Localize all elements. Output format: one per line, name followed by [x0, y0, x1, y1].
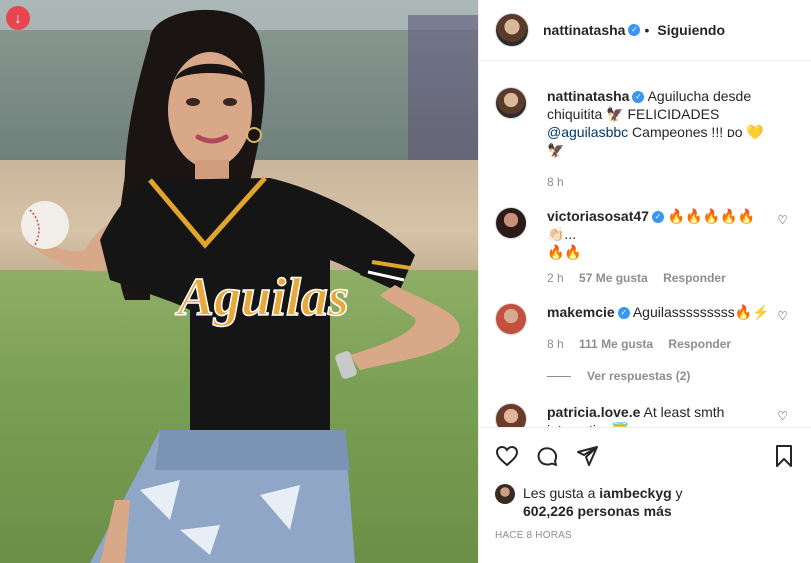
comment-body: patricia.love.e At least smth interestin…: [547, 403, 772, 427]
caption-author[interactable]: nattinatasha: [547, 88, 629, 104]
comment-time[interactable]: 8 h: [547, 337, 564, 351]
comment-text-2: 🔥🔥: [547, 244, 582, 260]
comment-likes[interactable]: 111 Me gusta: [579, 337, 653, 351]
player-figure: Aguilas: [21, 9, 460, 563]
post-timestamp[interactable]: HACE 8 HORAS: [479, 520, 811, 541]
replies-divider: [547, 375, 571, 377]
comment-body: victoriasosat47 ✓ 🔥🔥🔥🔥🔥👏🏻... 🔥🔥 2 h 57 Me…: [547, 207, 772, 287]
eagle-emoji: 🦅: [606, 106, 624, 122]
likes-prefix: Les gusta a: [523, 485, 596, 501]
comment-author[interactable]: victoriasosat47: [547, 208, 649, 224]
follow-status-button[interactable]: Siguiendo: [657, 22, 725, 38]
reply-button[interactable]: Responder: [663, 271, 726, 285]
view-replies-label: Ver respuestas (2): [587, 369, 691, 383]
post-header: nattinatasha ✓ • Siguiendo: [479, 0, 811, 61]
comments-list[interactable]: nattinatasha ✓ Aguilucha desde chiquitita…: [479, 61, 811, 427]
heart-icon[interactable]: [495, 444, 519, 468]
likes-summary[interactable]: Les gusta a iambeckyg y 602,226 personas…: [479, 480, 811, 520]
likes-suffix: y: [675, 485, 683, 501]
share-icon[interactable]: [575, 444, 599, 468]
verified-badge-icon: ✓: [632, 91, 645, 104]
reply-button[interactable]: Responder: [668, 337, 731, 351]
post-actions: Les gusta a iambeckyg y 602,226 personas…: [479, 427, 811, 541]
caption-mention-link[interactable]: @aguilasbbc: [547, 124, 628, 140]
comment-item: makemcie ✓ Aguilasssssssss🔥⚡ 8 h 111 Me g…: [479, 287, 811, 353]
author-username[interactable]: nattinatasha: [543, 22, 625, 38]
jersey-text: Aguilas: [175, 267, 349, 327]
liker-avatar[interactable]: [495, 484, 515, 504]
caption-text-2: FELICIDADES: [627, 106, 720, 122]
comment-avatar[interactable]: [495, 303, 527, 335]
comment-like-heart-icon[interactable]: ♡: [777, 409, 788, 423]
caption-body: nattinatasha ✓ Aguilucha desde chiquitita…: [547, 87, 772, 191]
comment-time[interactable]: 2 h: [547, 271, 564, 285]
comment-item: patricia.love.e At least smth interestin…: [479, 383, 811, 427]
comment-like-heart-icon[interactable]: ♡: [777, 213, 788, 227]
comment-like-heart-icon[interactable]: ♡: [777, 309, 788, 323]
caption-avatar[interactable]: [495, 87, 527, 119]
separator-dot: •: [644, 22, 650, 38]
author-avatar[interactable]: [495, 13, 529, 47]
bookmark-icon[interactable]: [772, 444, 796, 468]
post-photo[interactable]: Aguilas ↓: [0, 0, 478, 563]
comment-item: victoriasosat47 ✓ 🔥🔥🔥🔥🔥👏🏻... 🔥🔥 2 h 57 Me…: [479, 191, 811, 287]
verified-badge-icon: ✓: [651, 211, 664, 224]
caption: nattinatasha ✓ Aguilucha desde chiquitita…: [479, 61, 811, 191]
caption-time[interactable]: 8 h: [547, 175, 564, 189]
comment-icon[interactable]: [535, 444, 559, 468]
liker-username[interactable]: iambeckyg: [599, 485, 671, 501]
comment-likes[interactable]: 57 Me gusta: [579, 271, 648, 285]
verified-badge-icon: ✓: [617, 307, 630, 320]
verified-badge-icon: ✓: [628, 24, 641, 36]
comment-author[interactable]: makemcie: [547, 304, 615, 320]
comment-author[interactable]: patricia.love.e: [547, 404, 640, 420]
likes-count[interactable]: 602,226 personas más: [523, 503, 672, 519]
comment-avatar[interactable]: [495, 207, 527, 239]
download-button[interactable]: ↓: [6, 6, 30, 30]
view-replies-button[interactable]: Ver respuestas (2): [547, 369, 811, 383]
comment-text: Aguilasssssssss🔥⚡: [632, 304, 770, 320]
post-sidebar: nattinatasha ✓ • Siguiendo nattinatasha ✓…: [478, 0, 811, 563]
caption-text-3: Campeones !!! ᴅᴏ: [632, 124, 743, 140]
comment-body: makemcie ✓ Aguilasssssssss🔥⚡ 8 h 111 Me g…: [547, 303, 772, 353]
comment-avatar[interactable]: [495, 403, 527, 427]
download-arrow-icon: ↓: [14, 10, 22, 26]
